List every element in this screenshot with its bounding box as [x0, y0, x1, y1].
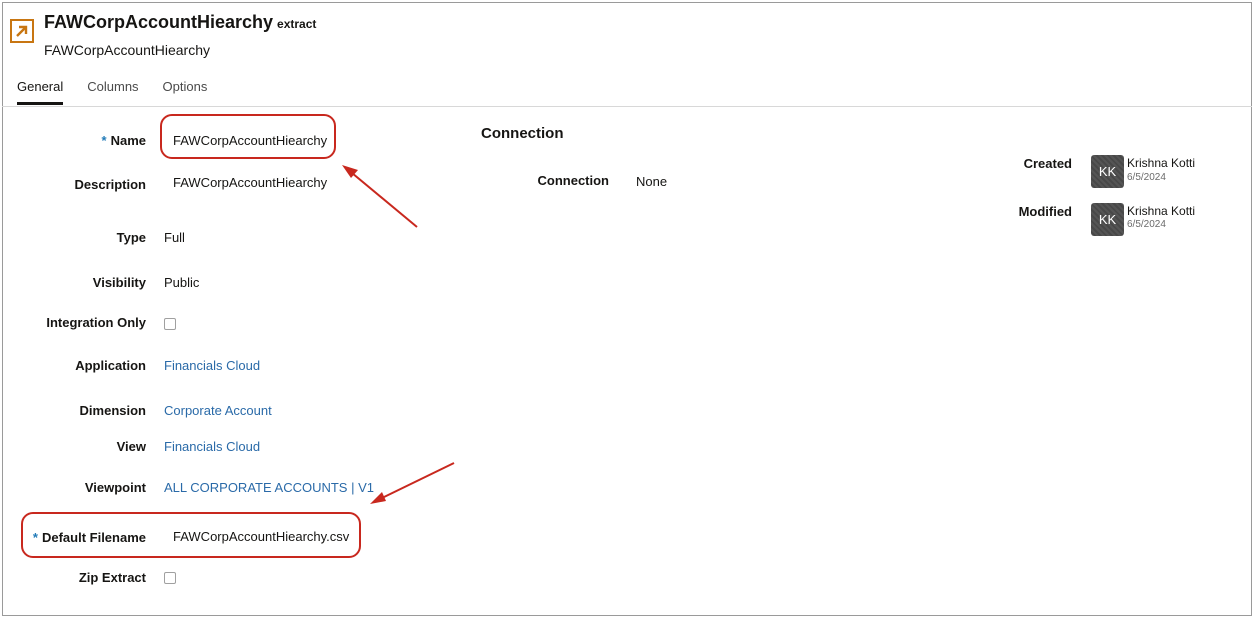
dimension-label: Dimension: [79, 403, 146, 418]
name-highlight-annotation: [160, 114, 336, 159]
connection-label: Connection: [537, 173, 610, 188]
page-title-text: FAWCorpAccountHiearchy: [44, 12, 274, 32]
page-subtitle: FAWCorpAccountHiearchy: [44, 42, 210, 58]
required-marker: *: [101, 133, 107, 148]
name-label: * Name: [101, 133, 146, 148]
description-field[interactable]: FAWCorpAccountHiearchy: [173, 175, 327, 190]
viewpoint-label: Viewpoint: [84, 480, 146, 495]
connection-section-title: Connection: [481, 125, 564, 142]
extract-arrow-icon: [10, 19, 34, 43]
viewpoint-link[interactable]: ALL CORPORATE ACCOUNTS | V1: [164, 480, 374, 495]
tab-options[interactable]: Options: [163, 78, 208, 105]
dimension-link[interactable]: Corporate Account: [164, 403, 272, 418]
modified-by-name: Krishna Kotti: [1127, 204, 1196, 218]
description-label: Description: [74, 177, 146, 192]
created-label: Created: [1023, 156, 1072, 171]
created-by-avatar: KK: [1091, 155, 1124, 188]
type-label: Type: [116, 230, 146, 245]
page-title-suffix: extract: [277, 17, 317, 31]
zip-extract-checkbox[interactable]: [164, 572, 176, 584]
tab-bar: General Columns Options: [17, 78, 207, 106]
connection-value: None: [636, 174, 668, 189]
integration-only-checkbox[interactable]: [164, 318, 176, 330]
filename-highlight-annotation: [21, 512, 361, 558]
tab-general[interactable]: General: [17, 78, 64, 105]
visibility-label: Visibility: [92, 275, 146, 290]
created-date: 6/5/2024: [1127, 172, 1166, 183]
application-link[interactable]: Financials Cloud: [164, 358, 260, 373]
application-label: Application: [75, 358, 146, 373]
modified-label: Modified: [1018, 204, 1072, 219]
modified-date: 6/5/2024: [1127, 219, 1166, 230]
created-by-name: Krishna Kotti: [1127, 156, 1196, 170]
visibility-value: Public: [164, 275, 200, 290]
page-title: FAWCorpAccountHiearchy extract: [44, 12, 316, 33]
zip-extract-label: Zip Extract: [78, 570, 146, 585]
view-link[interactable]: Financials Cloud: [164, 439, 260, 454]
tab-divider: [2, 106, 1252, 107]
view-label: View: [116, 439, 146, 454]
type-value: Full: [164, 230, 185, 245]
modified-by-avatar: KK: [1091, 203, 1124, 236]
integration-only-label: Integration Only: [46, 315, 146, 330]
tab-columns[interactable]: Columns: [87, 78, 138, 105]
